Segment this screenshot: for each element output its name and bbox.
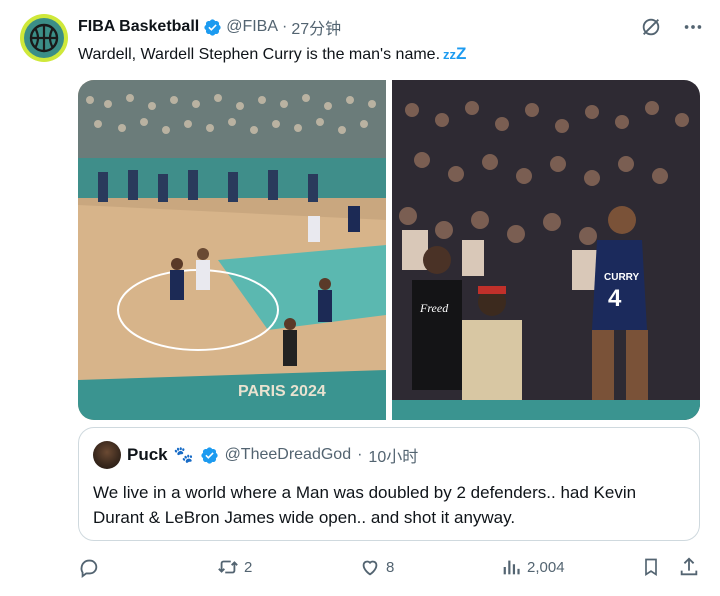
quoted-tweet-header: Puck 🐾 @TheeDreadGod · 10小时: [93, 441, 418, 469]
quoted-tweet-text: We live in a world where a Man was doubl…: [93, 483, 637, 527]
jersey-name: CURRY: [604, 272, 640, 283]
reply-icon: [80, 559, 98, 578]
author-display-name[interactable]: FIBA Basketball: [78, 18, 199, 36]
sleeping-emoji-icon: zzZ: [443, 44, 467, 63]
quoted-author-avatar[interactable]: [93, 441, 121, 469]
separator: ·: [357, 446, 363, 463]
quoted-timestamp[interactable]: 10小时: [368, 443, 418, 467]
media-grid: PARIS 2024 Freed CURRY 4: [78, 80, 700, 420]
tweet-text: Wardell, Wardell Stephen Curry is the ma…: [78, 44, 466, 65]
quoted-handle[interactable]: @TheeDreadGod: [225, 446, 352, 464]
views-button[interactable]: 2,004: [500, 556, 565, 578]
heart-icon: [362, 560, 378, 576]
reply-button[interactable]: [78, 556, 100, 578]
header-actions: [638, 14, 706, 40]
grok-icon[interactable]: [638, 14, 664, 40]
jersey-number: 4: [608, 285, 622, 312]
basketball-icon: [24, 18, 64, 58]
tweet-header: FIBA Basketball @FIBA · 27分钟: [78, 16, 341, 38]
quoted-tweet[interactable]: Puck 🐾 @TheeDreadGod · 10小时 We live in a…: [78, 427, 700, 541]
media-image-court[interactable]: PARIS 2024: [78, 80, 386, 420]
verified-badge-icon: [203, 18, 222, 37]
retweet-button[interactable]: 2: [217, 556, 252, 578]
timestamp[interactable]: 27分钟: [291, 15, 341, 39]
author-avatar[interactable]: [20, 14, 68, 62]
author-handle[interactable]: @FIBA: [226, 18, 278, 36]
share-button[interactable]: [678, 556, 700, 578]
more-options-icon[interactable]: [680, 14, 706, 40]
paw-emoji-icon: 🐾: [173, 447, 194, 464]
bookmark-icon: [645, 558, 657, 577]
retweet-count: 2: [244, 558, 253, 576]
media-image-crowd[interactable]: Freed CURRY 4: [392, 80, 700, 420]
verified-badge-icon: [200, 446, 219, 465]
separator: ·: [282, 18, 288, 35]
quoted-display-name[interactable]: Puck: [127, 445, 168, 465]
action-bar: 2 8 2,004: [78, 556, 706, 582]
bookmark-button[interactable]: [641, 556, 661, 578]
share-icon: [680, 557, 698, 576]
like-button[interactable]: 8: [359, 556, 394, 578]
like-count: 8: [386, 558, 395, 576]
shirt-text: Freed: [419, 301, 449, 315]
arena-text: PARIS 2024: [238, 383, 326, 400]
tweet: FIBA Basketball @FIBA · 27分钟 Wardell, Wa…: [0, 0, 720, 596]
retweet-icon: [218, 560, 238, 574]
tweet-body: Wardell, Wardell Stephen Curry is the ma…: [78, 46, 441, 63]
views-count: 2,004: [527, 558, 565, 576]
views-bar-chart-icon: [503, 560, 520, 575]
